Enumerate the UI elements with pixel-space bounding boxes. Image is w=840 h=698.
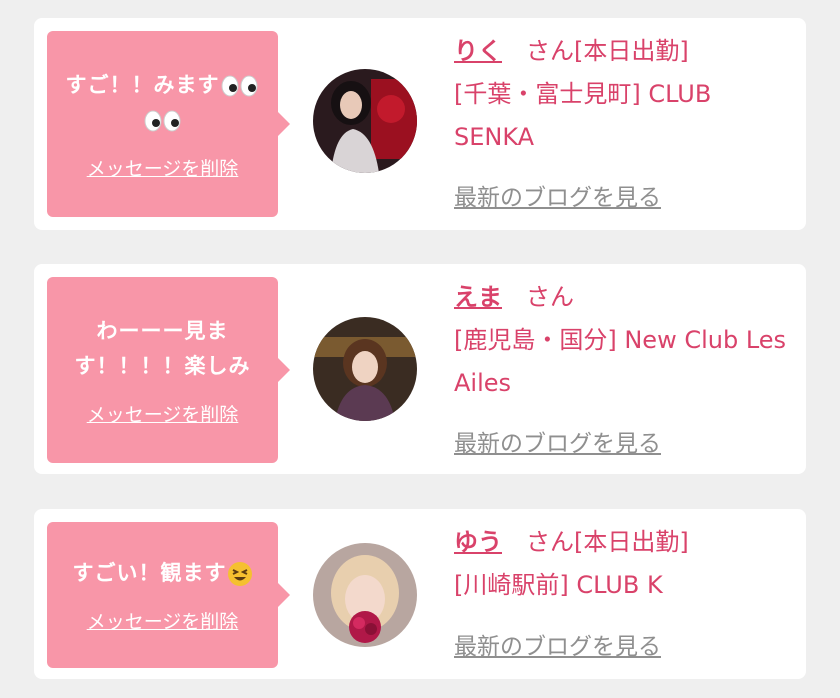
girl-name-link[interactable]: ゆう [454, 528, 502, 556]
shop-info: [川崎駅前] CLUB K [454, 571, 663, 599]
latest-blog-link[interactable]: 最新のブログを見る [454, 424, 661, 458]
message-text: すご！！みます [66, 68, 260, 138]
delete-message-link[interactable]: メッセージを削除 [87, 154, 239, 181]
name-suffix: さん [526, 283, 574, 311]
eyes-emoji-icon [221, 75, 257, 96]
message-body: すご！！みます [65, 72, 220, 97]
delete-message-link[interactable]: メッセージを削除 [87, 607, 239, 634]
girl-info: りく さん[本日出勤] [千葉・富士見町] CLUB SENKA [454, 30, 796, 159]
avatar[interactable] [313, 317, 417, 421]
avatar-photo [313, 543, 417, 647]
delete-message-link[interactable]: メッセージを削除 [87, 400, 239, 427]
eyes-emoji-icon [144, 110, 180, 131]
message-bubble: すご！！みます メッセージを削除 [47, 31, 290, 217]
message-text: わーーー見ます！！！！楽しみ [74, 318, 251, 378]
shop-info: [千葉・富士見町] CLUB SENKA [454, 80, 712, 151]
shop-info: [鹿児島・国分] New Club Les Ailes [454, 326, 787, 397]
girl-info: ゆう さん[本日出勤] [川崎駅前] CLUB K [454, 521, 796, 607]
avatar-photo [313, 69, 417, 173]
message-body: すごい！観ます [72, 561, 227, 585]
grinning-squinting-face-icon [227, 562, 252, 586]
avatar[interactable] [313, 69, 417, 173]
message-text: すごい！観ます [73, 556, 253, 591]
message-card: すご！！みます メッセージを削除 りく さん[本日出勤] [千葉・富士見町] CL… [34, 18, 806, 230]
girl-info: えま さん [鹿児島・国分] New Club Les Ailes [454, 276, 796, 405]
message-bubble: わーーー見ます！！！！楽しみ メッセージを削除 [47, 277, 290, 463]
girl-name-link[interactable]: りく [454, 37, 502, 65]
message-card: わーーー見ます！！！！楽しみ メッセージを削除 えま さん [鹿児島・国分] Ne… [34, 264, 806, 474]
message-bubble: すごい！観ます メッセージを削除 [47, 522, 290, 668]
name-suffix: さん[本日出勤] [526, 528, 689, 556]
girl-name-link[interactable]: えま [454, 283, 502, 311]
avatar[interactable] [313, 543, 417, 647]
latest-blog-link[interactable]: 最新のブログを見る [454, 178, 661, 212]
latest-blog-link[interactable]: 最新のブログを見る [454, 627, 661, 661]
avatar-photo [313, 317, 417, 421]
name-suffix: さん[本日出勤] [526, 37, 689, 65]
message-card: すごい！観ます メッセージを削除 ゆう さん[本日出勤] [川崎駅前] CLUB … [34, 509, 806, 679]
